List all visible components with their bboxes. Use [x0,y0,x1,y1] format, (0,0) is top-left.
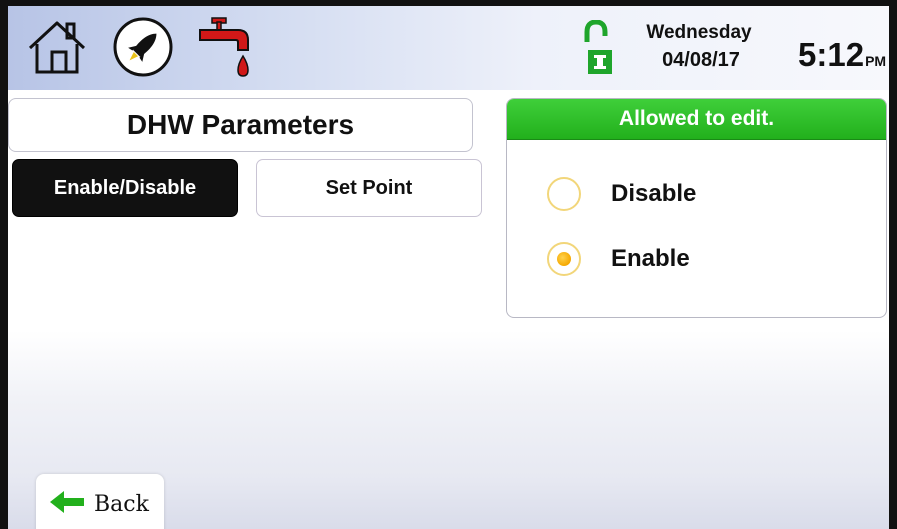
tab-enable-disable[interactable]: Enable/Disable [12,159,238,217]
screen: Wednesday 04/08/17 5:12PM DHW Parameters… [8,6,889,529]
edit-permission-header: Allowed to edit. [507,99,886,140]
water-tap-icon[interactable] [196,16,260,91]
edit-status-panel: Allowed to edit. Disable Enable [506,98,887,318]
ampm-label: PM [865,53,887,69]
rocket-icon[interactable] [110,16,176,83]
top-bar: Wednesday 04/08/17 5:12PM [8,6,889,90]
enable-option[interactable]: Enable [547,239,690,279]
unlocked-lock-icon [584,19,614,81]
back-arrow-icon [50,490,84,518]
clock: 5:12PM [798,36,886,74]
time-label: 5:12 [798,36,865,73]
enable-label: Enable [611,245,690,272]
disable-label: Disable [611,180,697,207]
tab-set-point[interactable]: Set Point [256,159,482,217]
enable-radio[interactable] [547,242,581,276]
disable-option[interactable]: Disable [547,174,696,214]
date-label: 04/08/17 [662,49,740,71]
day-label: Wednesday [646,22,752,43]
back-label: Back [94,491,149,517]
home-icon[interactable] [24,16,90,83]
page-title: DHW Parameters [8,98,473,152]
back-button[interactable]: Back [36,474,164,529]
disable-radio[interactable] [547,177,581,211]
